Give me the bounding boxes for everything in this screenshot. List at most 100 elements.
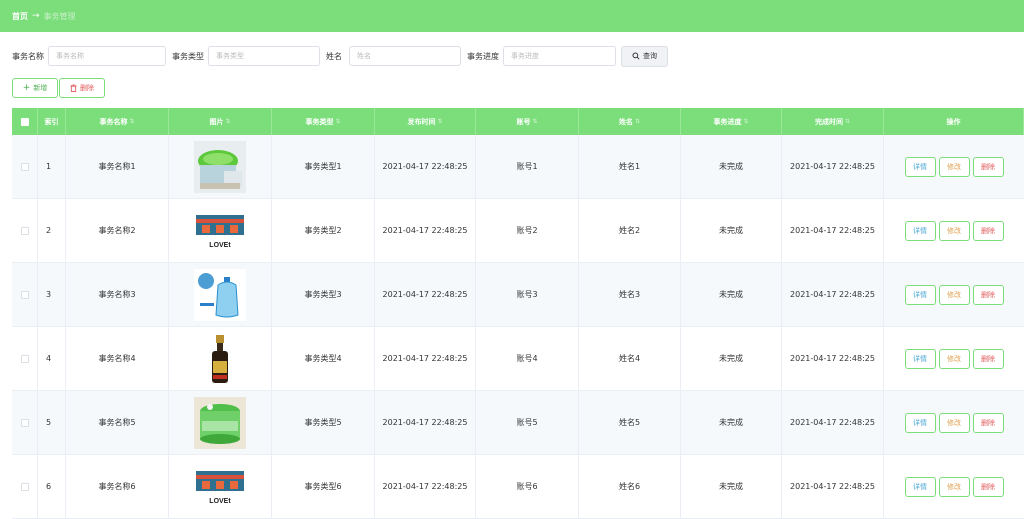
select-all-checkbox[interactable] — [20, 117, 29, 126]
cell-image — [169, 391, 272, 454]
cell-operations: 详情 修改 删除 — [884, 391, 1024, 454]
cell-finish-time: 2021-04-17 22:48:25 — [782, 199, 884, 262]
svg-text:LOVEt: LOVEt — [209, 242, 231, 249]
search-button[interactable]: 查询 — [621, 45, 668, 67]
row-checkbox[interactable] — [20, 418, 29, 427]
cell-progress: 未完成 — [681, 391, 782, 454]
header-account[interactable]: 账号 ⇅ — [476, 108, 579, 135]
header-finish-time[interactable]: 完成时间 ⇅ — [782, 108, 884, 135]
search-label-type: 事务类型 — [172, 51, 204, 61]
search-input-type[interactable]: 事务类型 — [208, 46, 320, 66]
detail-button[interactable]: 详情 — [904, 476, 936, 497]
cell-index: 4 — [38, 327, 66, 390]
cell-name: 事务名称1 — [66, 135, 169, 198]
cell-type: 事务类型5 — [272, 391, 375, 454]
cell-index: 2 — [38, 199, 66, 262]
detail-button[interactable]: 详情 — [904, 220, 936, 241]
row-checkbox[interactable] — [20, 482, 29, 491]
batch-delete-button-label: 删除 — [80, 84, 94, 92]
cell-type: 事务类型1 — [272, 135, 375, 198]
detail-button[interactable]: 详情 — [904, 156, 936, 177]
edit-button[interactable]: 修改 — [938, 156, 970, 177]
cell-type: 事务类型4 — [272, 327, 375, 390]
plus-icon: + — [22, 83, 31, 93]
row-select-cell — [12, 391, 38, 454]
cell-finish-time: 2021-04-17 22:48:25 — [782, 455, 884, 518]
cell-publish-time: 2021-04-17 22:48:25 — [375, 391, 476, 454]
product-image: LOVEt — [194, 460, 246, 513]
header-image[interactable]: 图片 ⇅ — [169, 108, 272, 135]
add-button-label: 新增 — [33, 84, 48, 92]
search-input-name[interactable]: 事务名称 — [48, 46, 166, 66]
edit-button[interactable]: 修改 — [938, 348, 970, 369]
delete-button[interactable]: 删除 — [972, 348, 1004, 369]
cell-progress: 未完成 — [681, 263, 782, 326]
search-label-username: 姓名 — [326, 51, 342, 61]
cell-account: 账号1 — [476, 135, 579, 198]
edit-button[interactable]: 修改 — [938, 284, 970, 305]
delete-button[interactable]: 删除 — [972, 284, 1004, 305]
row-checkbox[interactable] — [20, 354, 29, 363]
header-operations: 操作 — [884, 108, 1024, 135]
trash-icon — [70, 84, 77, 92]
header-publish-time[interactable]: 发布时间 ⇅ — [375, 108, 476, 135]
cell-progress: 未完成 — [681, 327, 782, 390]
row-select-cell — [12, 263, 38, 326]
cell-progress: 未完成 — [681, 199, 782, 262]
delete-button[interactable]: 删除 — [972, 412, 1004, 433]
cell-image — [169, 135, 272, 198]
row-checkbox[interactable] — [20, 290, 29, 299]
search-input-username[interactable]: 姓名 — [349, 46, 461, 66]
add-button[interactable]: + 新增 — [12, 78, 58, 98]
search-input-progress[interactable]: 事务进度 — [503, 46, 616, 66]
cell-publish-time: 2021-04-17 22:48:25 — [375, 263, 476, 326]
sort-icon[interactable]: ⇅ — [845, 118, 850, 125]
row-checkbox[interactable] — [20, 226, 29, 235]
sort-icon[interactable]: ⇅ — [532, 118, 537, 125]
sort-icon[interactable]: ⇅ — [743, 118, 748, 125]
search-button-label: 查询 — [643, 52, 657, 60]
sort-icon[interactable]: ⇅ — [225, 118, 230, 125]
cell-username: 姓名4 — [579, 327, 681, 390]
header-select-all[interactable] — [12, 108, 38, 135]
cell-finish-time: 2021-04-17 22:48:25 — [782, 327, 884, 390]
delete-button[interactable]: 删除 — [972, 476, 1004, 497]
cell-index: 3 — [38, 263, 66, 326]
breadcrumb-home[interactable]: 首页 — [12, 11, 28, 22]
sort-icon[interactable]: ⇅ — [635, 118, 640, 125]
cell-operations: 详情 修改 删除 — [884, 455, 1024, 518]
cell-name: 事务名称5 — [66, 391, 169, 454]
product-image: LOVEt — [194, 204, 246, 257]
detail-button[interactable]: 详情 — [904, 284, 936, 305]
header-username[interactable]: 姓名 ⇅ — [579, 108, 681, 135]
cell-publish-time: 2021-04-17 22:48:25 — [375, 199, 476, 262]
cell-operations: 详情 修改 删除 — [884, 263, 1024, 326]
sort-icon[interactable]: ⇅ — [437, 118, 442, 125]
header-name[interactable]: 事务名称 ⇅ — [66, 108, 169, 135]
cell-progress: 未完成 — [681, 135, 782, 198]
row-checkbox[interactable] — [20, 162, 29, 171]
data-table: 索引 事务名称 ⇅ 图片 ⇅ 事务类型 ⇅ 发布时间 ⇅ 账号 ⇅ 姓名 ⇅ 事务进度 ⇅ 完… — [12, 108, 1024, 519]
sort-icon[interactable]: ⇅ — [335, 118, 340, 125]
cell-publish-time: 2021-04-17 22:48:25 — [375, 455, 476, 518]
search-form: 事务名称 事务名称 事务类型 事务类型 姓名 姓名 事务进度 事务进度 查询 — [12, 45, 668, 67]
cell-index: 1 — [38, 135, 66, 198]
header-type[interactable]: 事务类型 ⇅ — [272, 108, 375, 135]
delete-button[interactable]: 删除 — [972, 220, 1004, 241]
sort-icon[interactable]: ⇅ — [129, 118, 134, 125]
cell-account: 账号3 — [476, 263, 579, 326]
detail-button[interactable]: 详情 — [904, 412, 936, 433]
arrow-right-icon: → — [32, 11, 40, 21]
cell-index: 6 — [38, 455, 66, 518]
batch-delete-button[interactable]: 删除 — [59, 78, 105, 98]
delete-button[interactable]: 删除 — [972, 156, 1004, 177]
edit-button[interactable]: 修改 — [938, 220, 970, 241]
edit-button[interactable]: 修改 — [938, 412, 970, 433]
detail-button[interactable]: 详情 — [904, 348, 936, 369]
header-progress[interactable]: 事务进度 ⇅ — [681, 108, 782, 135]
row-select-cell — [12, 199, 38, 262]
row-select-cell — [12, 135, 38, 198]
edit-button[interactable]: 修改 — [938, 476, 970, 497]
table-row: 5 事务名称5 事务类型5 2021-04-17 22:48:25 账号5 姓名5 未完成 2… — [12, 391, 1024, 455]
header-index: 索引 — [38, 108, 66, 135]
